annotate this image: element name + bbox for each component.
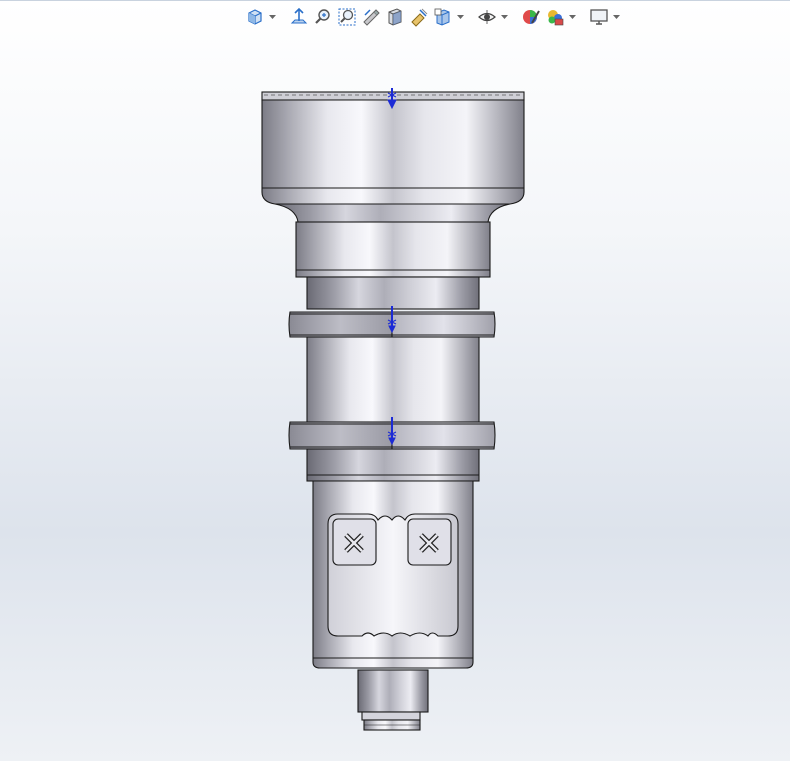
- lower-body-collar: [306, 448, 480, 482]
- sensor-head-cap: [261, 91, 525, 205]
- threaded-body: [306, 336, 480, 423]
- led-indicator-left: [332, 518, 377, 566]
- sensor-model-3d[interactable]: [0, 0, 790, 761]
- graphics-area[interactable]: [0, 0, 790, 761]
- sensor-neck: [274, 203, 511, 310]
- led-indicator-right: [407, 518, 452, 566]
- m12-connector: [357, 669, 429, 731]
- rear-housing: [312, 480, 474, 669]
